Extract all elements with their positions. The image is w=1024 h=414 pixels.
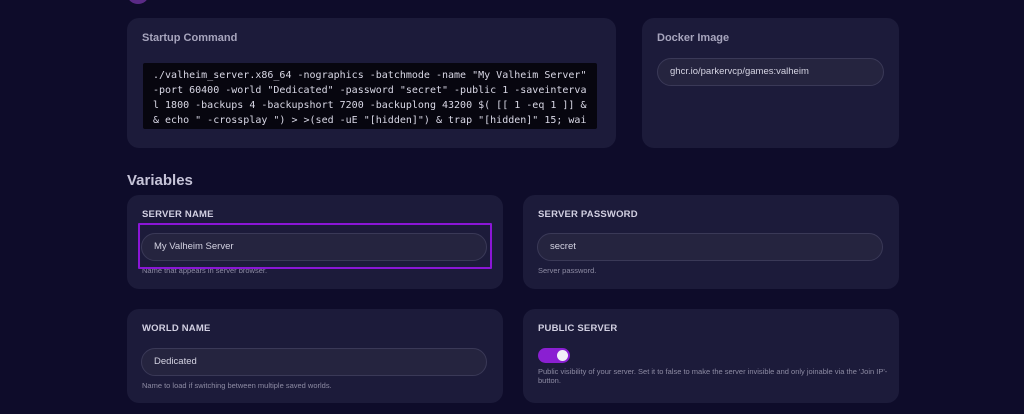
server-password-input[interactable]: secret xyxy=(537,233,883,261)
public-server-hint: Public visibility of your server. Set it… xyxy=(538,367,888,385)
world-name-input[interactable]: Dedicated xyxy=(141,348,487,376)
world-name-label: WORLD NAME xyxy=(142,323,211,334)
startup-page: Startup Command ./valheim_server.x86_64 … xyxy=(0,0,1024,414)
server-password-hint: Server password. xyxy=(538,266,597,275)
toggle-knob xyxy=(557,350,568,361)
focus-highlight xyxy=(138,223,492,269)
server-password-card: SERVER PASSWORD secret Server password. xyxy=(523,195,899,289)
docker-image-card: Docker Image ghcr.io/parkervcp/games:val… xyxy=(642,18,899,148)
world-name-hint: Name to load if switching between multip… xyxy=(142,381,332,390)
docker-image-title: Docker Image xyxy=(657,32,730,44)
public-server-toggle[interactable] xyxy=(538,348,570,363)
avatar[interactable] xyxy=(128,0,148,4)
variables-heading: Variables xyxy=(127,172,193,189)
docker-image-input[interactable]: ghcr.io/parkervcp/games:valheim xyxy=(657,58,884,86)
server-password-label: SERVER PASSWORD xyxy=(538,209,638,220)
public-server-card: PUBLIC SERVER Public visibility of your … xyxy=(523,309,899,403)
world-name-card: WORLD NAME Dedicated Name to load if swi… xyxy=(127,309,503,403)
startup-command-card: Startup Command ./valheim_server.x86_64 … xyxy=(127,18,616,148)
startup-command-code: ./valheim_server.x86_64 -nographics -bat… xyxy=(143,63,597,129)
startup-command-title: Startup Command xyxy=(142,32,238,44)
public-server-label: PUBLIC SERVER xyxy=(538,323,618,334)
server-name-label: SERVER NAME xyxy=(142,209,214,220)
